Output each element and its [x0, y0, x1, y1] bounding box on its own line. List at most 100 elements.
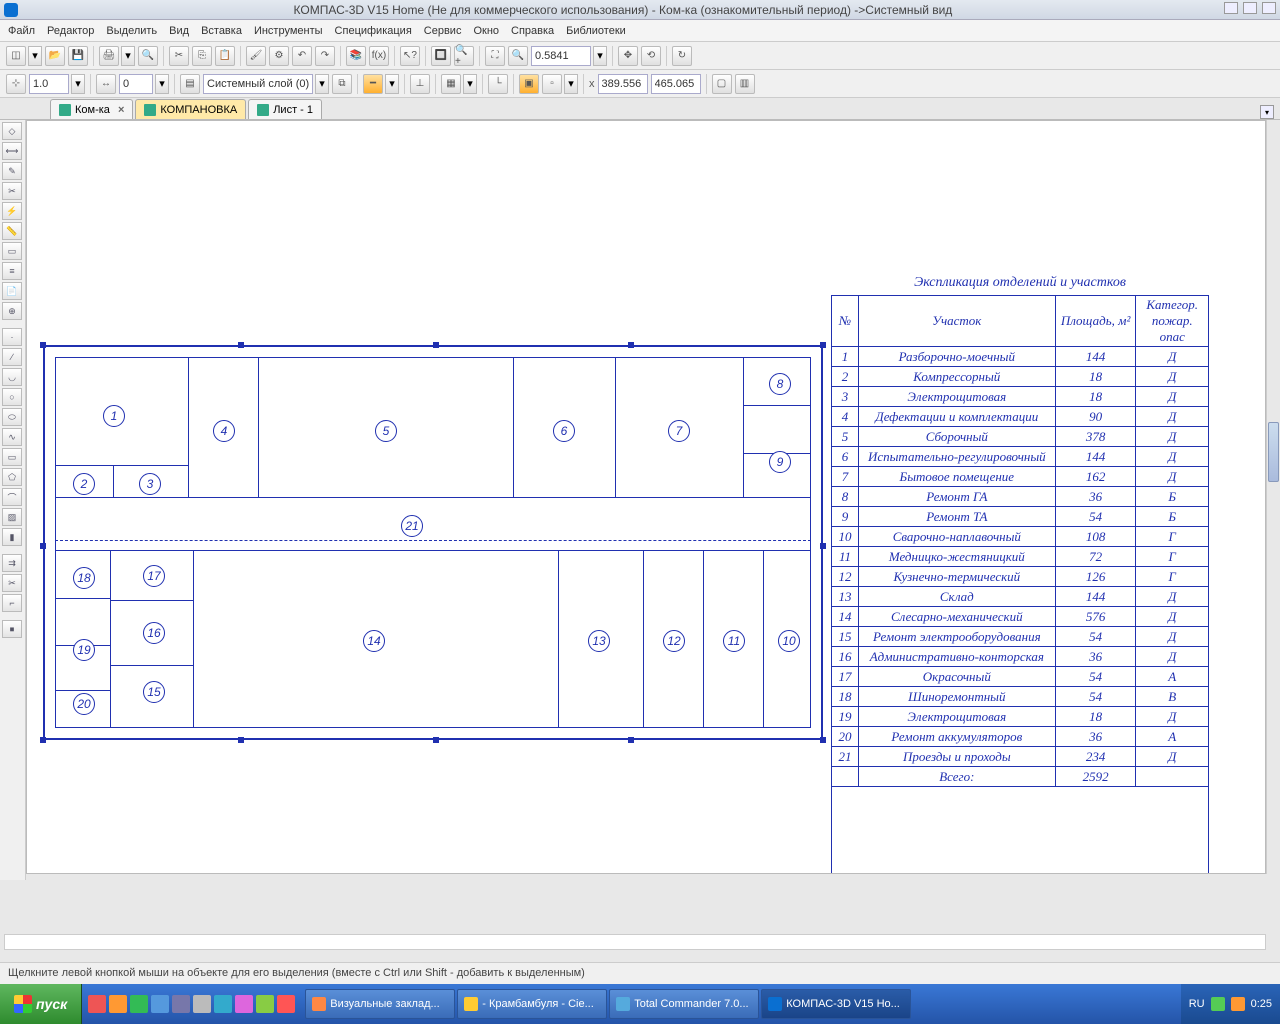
preview-icon[interactable]: 🔍	[138, 46, 158, 66]
table-row[interactable]: 10Сварочно-наплавочный108Г	[832, 527, 1209, 547]
arc-icon[interactable]: ◡	[2, 368, 22, 386]
minimize-button[interactable]	[1224, 2, 1238, 14]
redo-icon[interactable]: ↷	[315, 46, 335, 66]
table-row[interactable]: 4Дефектации и комплектации90Д	[832, 407, 1209, 427]
offset-icon[interactable]: ⇉	[2, 554, 22, 572]
taskbar-task[interactable]: КОМПАС-3D V15 Ho...	[761, 989, 911, 1019]
step-input[interactable]	[119, 74, 153, 94]
zoom-in-icon[interactable]: 🔍+	[454, 46, 474, 66]
paste-icon[interactable]: 📋	[215, 46, 235, 66]
polygon-icon[interactable]: ⬠	[2, 468, 22, 486]
room-2[interactable]: 2	[73, 473, 95, 495]
rect-icon[interactable]: ▭	[2, 448, 22, 466]
table-row[interactable]: 16Административно-конторская36Д	[832, 647, 1209, 667]
linetype-icon[interactable]: ━	[363, 74, 383, 94]
menu-edit[interactable]: Редактор	[47, 25, 94, 37]
menu-view[interactable]: Вид	[169, 25, 189, 37]
tab-kompanovka[interactable]: КОМПАНОВКА	[135, 99, 246, 119]
zoom-dropdown[interactable]: ▾	[593, 46, 607, 66]
lcs-icon[interactable]: └	[488, 74, 508, 94]
arrow-help-icon[interactable]: ↖?	[400, 46, 420, 66]
table-row[interactable]: 9Ремонт ТА54Б	[832, 507, 1209, 527]
geometry-icon[interactable]: ◇	[2, 122, 22, 140]
fx-icon[interactable]: f(x)	[369, 46, 389, 66]
room-11[interactable]: 11	[723, 630, 745, 652]
room-15[interactable]: 15	[143, 681, 165, 703]
room-18[interactable]: 18	[73, 567, 95, 589]
menu-tools[interactable]: Инструменты	[254, 25, 323, 37]
cut-icon[interactable]: ✂	[169, 46, 189, 66]
ql-icon[interactable]	[256, 995, 274, 1013]
redraw-icon[interactable]: ↻	[672, 46, 692, 66]
misc2-icon[interactable]: ▥	[735, 74, 755, 94]
ql-icon[interactable]	[130, 995, 148, 1013]
new-icon[interactable]: ◫	[6, 46, 26, 66]
close-button[interactable]	[1262, 2, 1276, 14]
reports-icon[interactable]: 📄	[2, 282, 22, 300]
floor-plan[interactable]: 1 2 3 4 5 6 7 8 9 10 11 12 13 14 15 16 1…	[43, 345, 823, 740]
lang-indicator[interactable]: RU	[1189, 998, 1205, 1010]
param-icon[interactable]: ⚡	[2, 202, 22, 220]
rotate-view-icon[interactable]: ⟲	[641, 46, 661, 66]
spec-icon[interactable]: ≡	[2, 262, 22, 280]
ql-icon[interactable]	[214, 995, 232, 1013]
room-20[interactable]: 20	[73, 693, 95, 715]
circle-icon[interactable]: ○	[2, 388, 22, 406]
curve-icon[interactable]: ⌒	[2, 488, 22, 506]
layer-manage-icon[interactable]: ⧉	[332, 74, 352, 94]
maximize-button[interactable]	[1243, 2, 1257, 14]
taskbar-task[interactable]: - Крамбамбуля - Cie...	[457, 989, 607, 1019]
command-line[interactable]	[4, 934, 1266, 950]
room-6[interactable]: 6	[553, 420, 575, 442]
room-7[interactable]: 7	[668, 420, 690, 442]
close-icon[interactable]: ×	[118, 104, 124, 116]
copy-icon[interactable]: ⎘	[192, 46, 212, 66]
room-4[interactable]: 4	[213, 420, 235, 442]
lib-icon[interactable]: 📚	[346, 46, 366, 66]
pan-icon[interactable]: ✥	[618, 46, 638, 66]
layer-icon[interactable]: ▤	[180, 74, 200, 94]
room-10[interactable]: 10	[778, 630, 800, 652]
layer-dropdown[interactable]: ▾	[315, 74, 329, 94]
taskbar-task[interactable]: Визуальные заклад...	[305, 989, 455, 1019]
ql-icon[interactable]	[88, 995, 106, 1013]
tray-icon[interactable]	[1231, 997, 1245, 1011]
table-row[interactable]: 13Склад144Д	[832, 587, 1209, 607]
room-16[interactable]: 16	[143, 622, 165, 644]
table-row[interactable]: 3Электрощитовая18Д	[832, 387, 1209, 407]
menu-libraries[interactable]: Библиотеки	[566, 25, 626, 37]
ql-icon[interactable]	[172, 995, 190, 1013]
table-row[interactable]: 6Испытательно-регулировочный144Д	[832, 447, 1209, 467]
table-row[interactable]: 18Шиноремонтный54В	[832, 687, 1209, 707]
selection-icon[interactable]: ▭	[2, 242, 22, 260]
menu-window[interactable]: Окно	[473, 25, 499, 37]
table-row[interactable]: 14Слесарно-механический576Д	[832, 607, 1209, 627]
clock[interactable]: 0:25	[1251, 998, 1272, 1010]
print-icon[interactable]: 🖨	[99, 46, 119, 66]
room-5[interactable]: 5	[375, 420, 397, 442]
measure-icon[interactable]: 📏	[2, 222, 22, 240]
snap-settings-icon[interactable]: ▫	[542, 74, 562, 94]
explication-table[interactable]: Экспликация отделений и участков № Участ…	[831, 275, 1209, 874]
room-17[interactable]: 17	[143, 565, 165, 587]
room-9[interactable]: 9	[769, 451, 791, 473]
insert-icon[interactable]: ⊕	[2, 302, 22, 320]
point-icon[interactable]: ·	[2, 328, 22, 346]
table-row[interactable]: 21Проезды и проходы234Д	[832, 747, 1209, 767]
table-row[interactable]: 12Кузнечно-термический126Г	[832, 567, 1209, 587]
notation-icon[interactable]: ✎	[2, 162, 22, 180]
misc1-icon[interactable]: ▢	[712, 74, 732, 94]
undo-icon[interactable]: ↶	[292, 46, 312, 66]
ql-icon[interactable]	[277, 995, 295, 1013]
room-14[interactable]: 14	[363, 630, 385, 652]
taskbar-task[interactable]: Total Commander 7.0...	[609, 989, 759, 1019]
tab-list1[interactable]: Лист - 1	[248, 99, 322, 119]
table-row[interactable]: 20Ремонт аккумуляторов36А	[832, 727, 1209, 747]
menu-spec[interactable]: Спецификация	[335, 25, 412, 37]
fillet-icon[interactable]: ⌐	[2, 594, 22, 612]
print-dropdown[interactable]: ▾	[121, 46, 135, 66]
room-21[interactable]: 21	[401, 515, 423, 537]
scale-input[interactable]	[29, 74, 69, 94]
ql-icon[interactable]	[193, 995, 211, 1013]
room-12[interactable]: 12	[663, 630, 685, 652]
